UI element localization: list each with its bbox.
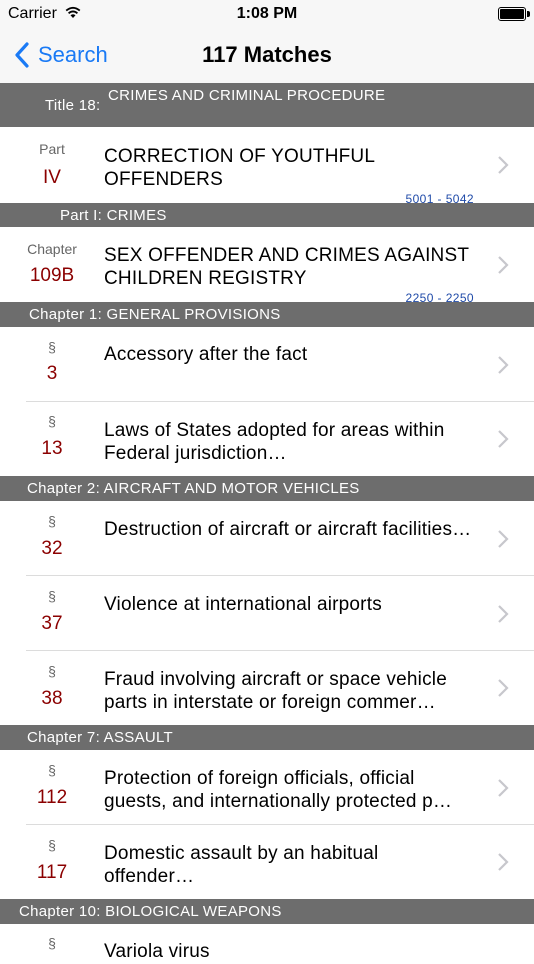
results-list: Title 18: CRIMES AND CRIMINAL PROCEDURE … <box>0 83 534 964</box>
chevron-right-icon <box>498 356 509 374</box>
row-kind-label: Chapter <box>27 241 77 257</box>
chevron-right-icon <box>498 530 509 548</box>
row-title: Fraud involving aircraft or space vehicl… <box>104 669 447 713</box>
section-header-prefix: Title 18: <box>45 97 101 114</box>
section-symbol: § <box>48 588 56 604</box>
navigation-bar: Search 117 Matches <box>0 28 534 83</box>
chevron-right-icon <box>498 430 509 448</box>
status-bar: Carrier 1:08 PM <box>0 0 534 28</box>
list-item-section-13[interactable]: § 13 Laws of States adopted for areas wi… <box>0 402 534 476</box>
section-header-title: Chapter 10: BIOLOGICAL WEAPONS <box>19 903 282 920</box>
list-item-partial[interactable]: § Variola virus <box>0 924 534 964</box>
list-item-section-32[interactable]: § 32 Destruction of aircraft or aircraft… <box>0 501 534 576</box>
chevron-right-icon <box>498 156 509 174</box>
chapter-7-section-header: Chapter 7: ASSAULT <box>0 725 534 750</box>
row-number: 3 <box>46 363 58 384</box>
list-item-chapter-109b[interactable]: Chapter 109B SEX OFFENDER AND CRIMES AGA… <box>0 227 534 305</box>
section-header-title: Chapter 1: GENERAL PROVISIONS <box>29 306 281 323</box>
row-title: Domestic assault by an habitual offender… <box>104 843 379 887</box>
row-number: 13 <box>41 438 63 459</box>
chevron-right-icon <box>498 779 509 797</box>
row-title: SEX OFFENDER AND CRIMES AGAINST CHILDREN… <box>104 245 469 289</box>
chevron-right-icon <box>498 853 509 871</box>
list-item-section-112[interactable]: § 112 Protection of foreign officials, o… <box>0 750 534 825</box>
row-title: Destruction of aircraft or aircraft faci… <box>104 519 472 540</box>
list-item-section-3[interactable]: § 3 Accessory after the fact <box>0 327 534 402</box>
battery-icon <box>498 7 530 21</box>
list-item-part-iv[interactable]: Part IV CORRECTION OF YOUTHFUL OFFENDERS… <box>0 127 534 206</box>
section-header-title: Chapter 7: ASSAULT <box>27 729 174 746</box>
chevron-right-icon <box>498 256 509 274</box>
section-symbol: § <box>48 663 56 679</box>
chapter-1-section-header: Chapter 1: GENERAL PROVISIONS <box>0 302 534 327</box>
row-title: Laws of States adopted for areas within … <box>104 420 445 464</box>
chevron-right-icon <box>498 605 509 623</box>
row-number: 117 <box>36 862 68 883</box>
row-number: IV <box>43 167 61 188</box>
row-title: CORRECTION OF YOUTHFUL OFFENDERS <box>104 146 375 190</box>
row-title: Accessory after the fact <box>104 344 308 365</box>
section-symbol: § <box>48 837 56 853</box>
part-section-header: Part I: CRIMES <box>0 203 534 227</box>
section-symbol: § <box>48 762 56 778</box>
row-title: Variola virus <box>104 941 210 962</box>
row-number: 38 <box>41 688 63 709</box>
list-item-section-38[interactable]: § 38 Fraud involving aircraft or space v… <box>0 651 534 725</box>
chapter-2-section-header: Chapter 2: AIRCRAFT AND MOTOR VEHICLES <box>0 476 534 501</box>
section-header-title: Chapter 2: AIRCRAFT AND MOTOR VEHICLES <box>27 480 360 497</box>
chapter-10-section-header: Chapter 10: BIOLOGICAL WEAPONS <box>0 899 534 924</box>
list-item-section-37[interactable]: § 37 Violence at international airports <box>0 576 534 651</box>
row-number: 112 <box>36 787 68 808</box>
section-header-title: CRIMES AND CRIMINAL PROCEDURE <box>108 87 386 104</box>
title-section-header: Title 18: CRIMES AND CRIMINAL PROCEDURE <box>0 83 534 127</box>
list-item-section-117[interactable]: § 117 Domestic assault by an habitual of… <box>0 825 534 899</box>
chevron-right-icon <box>498 679 509 697</box>
section-symbol: § <box>48 935 56 951</box>
row-number: 37 <box>41 613 63 634</box>
section-symbol: § <box>48 513 56 529</box>
row-title: Protection of foreign officials, officia… <box>104 768 453 812</box>
row-kind-label: Part <box>39 141 65 157</box>
section-symbol: § <box>48 413 56 429</box>
clock: 1:08 PM <box>236 5 298 22</box>
row-title: Violence at international airports <box>104 594 382 615</box>
row-number: 109B <box>29 265 75 286</box>
page-title: 117 Matches <box>202 42 332 67</box>
row-number: 32 <box>41 538 63 559</box>
section-symbol: § <box>48 339 56 355</box>
section-header-title: Part I: CRIMES <box>60 207 167 224</box>
